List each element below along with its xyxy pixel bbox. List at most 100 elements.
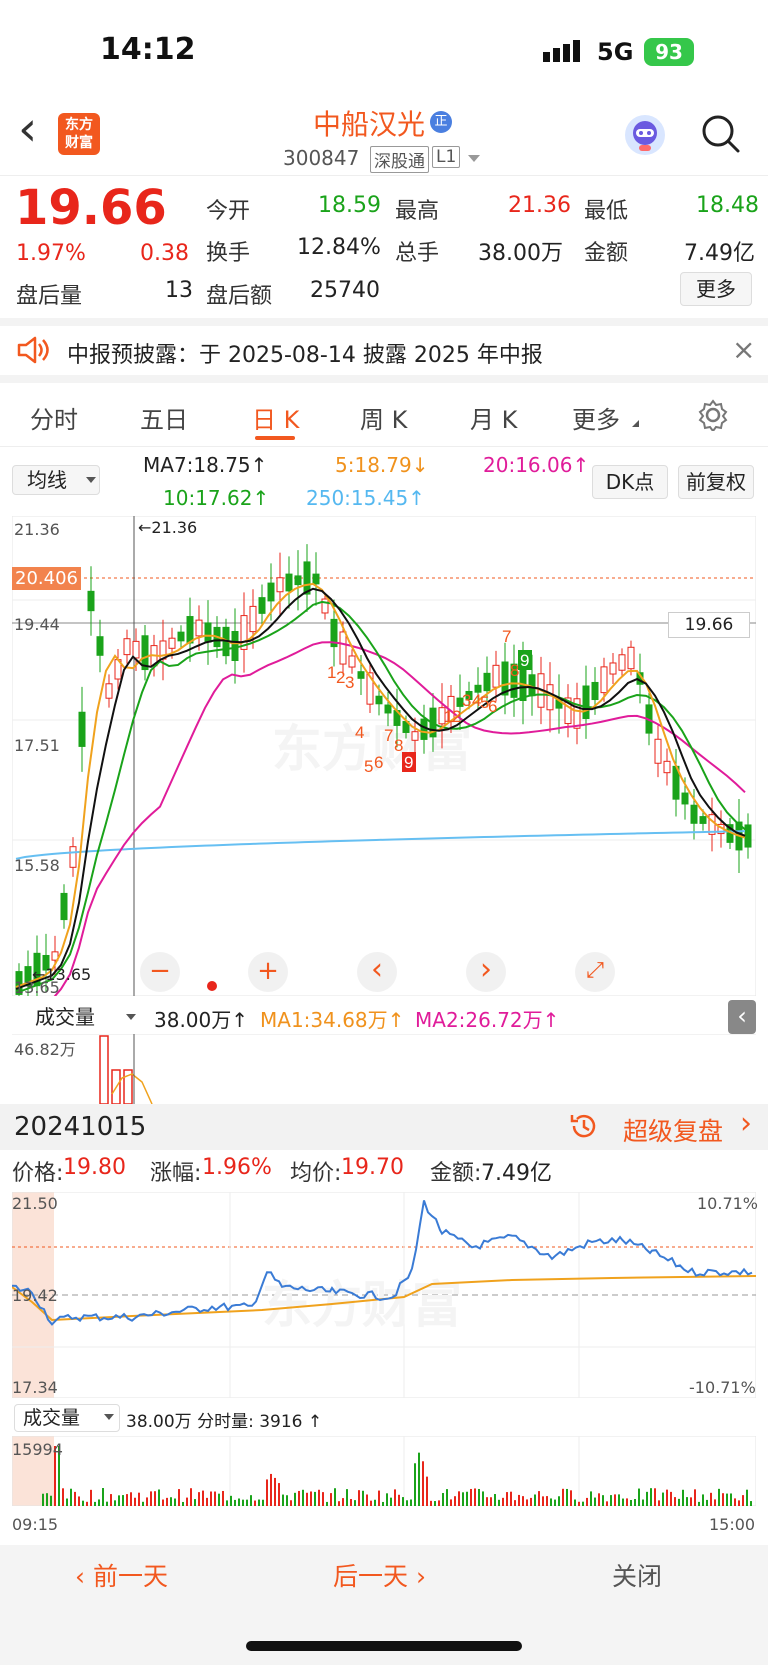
expand-button[interactable]: ⤢ [575, 952, 615, 992]
after-amount-label: 盘后额 [206, 284, 273, 309]
review-avg-label: 均价: [290, 1161, 342, 1186]
low-value: 18.48 [696, 193, 759, 218]
kvol-value: 38.00万↑ [154, 1008, 249, 1032]
intra-time-start: 09:15 [12, 1515, 59, 1534]
settings-gear-icon[interactable] [697, 399, 729, 435]
super-review-arrow-icon[interactable]: › [740, 1106, 752, 1141]
battery-icon: 93 [644, 38, 694, 66]
tab-monthly-k[interactable]: 月 K [470, 400, 517, 435]
last-price: 19.66 [15, 180, 167, 236]
intra-volume-caret-icon [104, 1414, 114, 1420]
after-volume: 13 [165, 278, 193, 303]
low-label: 最低 [584, 199, 629, 224]
k-ytick-4: 15.58 [14, 856, 60, 875]
logo-line1: 东方 [65, 117, 93, 133]
review-price: 19.80 [63, 1155, 126, 1180]
volume-caret-icon [126, 1014, 136, 1020]
selector-caret-icon [86, 477, 96, 483]
change-pct: 1.97% [16, 241, 86, 266]
orange-level-label: 20.406 [12, 567, 81, 590]
kline-chart[interactable]: 东方财富 123 45 6 78 9 12 3 456 78 9 [12, 516, 756, 996]
tab-more[interactable]: 更多 [572, 400, 620, 435]
high-marker: ←21.36 [138, 518, 198, 537]
next-day-button[interactable]: 后一天 › [333, 1557, 426, 1593]
price-level-label: 19.66 [668, 612, 750, 638]
volume-label: 总手 [395, 241, 440, 266]
ma250-line [15, 830, 746, 860]
zoom-out-button[interactable]: − [140, 952, 180, 992]
amount-label: 金额 [584, 241, 629, 266]
svg-text:3: 3 [462, 691, 471, 710]
svg-text:3: 3 [345, 673, 354, 692]
close-button[interactable]: 关闭 [612, 1557, 662, 1593]
review-amt-label: 金额: [430, 1161, 482, 1186]
history-icon [568, 1110, 600, 1146]
kvolume-chart [12, 1034, 756, 1104]
after-volume-label: 盘后量 [16, 284, 83, 309]
intra-pct-bot: -10.71% [689, 1378, 756, 1397]
k-ytick-2: 19.44 [14, 615, 60, 634]
stock-name[interactable]: 中船汉光 [313, 103, 425, 143]
volume-selector-label: 成交量 [35, 1005, 95, 1029]
scroll-right-button[interactable]: › [466, 952, 506, 992]
after-amount: 25740 [310, 278, 380, 303]
robot-assistant-icon[interactable] [625, 115, 665, 155]
review-amt: 7.49亿 [481, 1161, 552, 1186]
tab-intraday[interactable]: 分时 [30, 400, 78, 435]
collapse-panel-button[interactable]: ‹ [728, 1000, 756, 1034]
prev-day-button[interactable]: ‹ 前一天 [75, 1557, 168, 1593]
change-value: 0.38 [140, 241, 189, 266]
k-ytick-1: 21.36 [14, 520, 60, 539]
turnover-value: 12.84% [297, 235, 381, 260]
zoom-in-button[interactable]: + [248, 952, 288, 992]
tab-five-day[interactable]: 五日 [140, 400, 188, 435]
intra-pct-top: 10.71% [697, 1194, 759, 1213]
review-chg: 1.96% [202, 1155, 272, 1180]
amount-value: 7.49亿 [684, 241, 755, 266]
network-label: 5G [597, 38, 634, 66]
adjust-button[interactable]: 前复权 [678, 465, 754, 499]
high-value: 21.36 [508, 193, 571, 218]
intra-time-end: 15:00 [709, 1515, 756, 1534]
svg-text:7: 7 [384, 726, 393, 745]
ma10-value: 10:17.62↑ [163, 486, 270, 510]
tab-daily-k[interactable]: 日 K [252, 400, 299, 435]
center-dot-icon [207, 981, 217, 991]
intraday-volume-chart [12, 1436, 756, 1506]
app-logo[interactable]: 东方 财富 [58, 113, 100, 155]
svg-text:5: 5 [364, 757, 373, 776]
notice-text[interactable]: 中报预披露：于 2025-08-14 披露 2025 年中报 [67, 337, 543, 369]
more-button[interactable]: 更多 [680, 272, 752, 306]
ma250-value: 250:15.45↑ [306, 486, 425, 510]
signal-icon [543, 40, 585, 62]
turnover-label: 换手 [206, 241, 251, 266]
k-ytick-3: 17.51 [14, 736, 60, 755]
code-dropdown-icon[interactable] [468, 155, 480, 162]
open-label: 今开 [206, 199, 251, 224]
review-chg-label: 涨幅: [150, 1161, 202, 1186]
svg-text:9: 9 [404, 753, 413, 772]
svg-text:4: 4 [355, 723, 364, 742]
intraday-chart[interactable]: 东方财富 [12, 1192, 756, 1398]
speaker-icon [16, 335, 50, 369]
super-review-link[interactable]: 超级复盘 [623, 1112, 723, 1148]
back-button[interactable]: ‹ [18, 105, 37, 153]
name-badge-icon: 正 [430, 111, 452, 133]
notice-close-button[interactable]: × [732, 333, 755, 366]
intra-ybot: 17.34 [12, 1378, 58, 1397]
svg-text:9: 9 [520, 651, 529, 670]
dk-point-button[interactable]: DK点 [592, 465, 668, 499]
intra-vol-top: 15994 [12, 1440, 63, 1459]
review-price-label: 价格: [12, 1161, 64, 1186]
search-icon[interactable] [700, 113, 742, 159]
indicator-selector-label: 均线 [27, 468, 67, 492]
scroll-left-button[interactable]: ‹ [357, 952, 397, 992]
adjust-label: 前复权 [686, 470, 746, 494]
tab-weekly-k[interactable]: 周 K [360, 400, 407, 435]
volume-selector[interactable]: 成交量 [14, 1002, 138, 1032]
tab-active-underline [255, 436, 295, 440]
intra-volume-selector-label: 成交量 [23, 1407, 81, 1429]
kvol-ma2: MA2:26.72万↑ [415, 1008, 560, 1032]
dk-point-label: DK点 [605, 470, 655, 494]
svg-text:东方财富: 东方财富 [262, 1277, 462, 1333]
